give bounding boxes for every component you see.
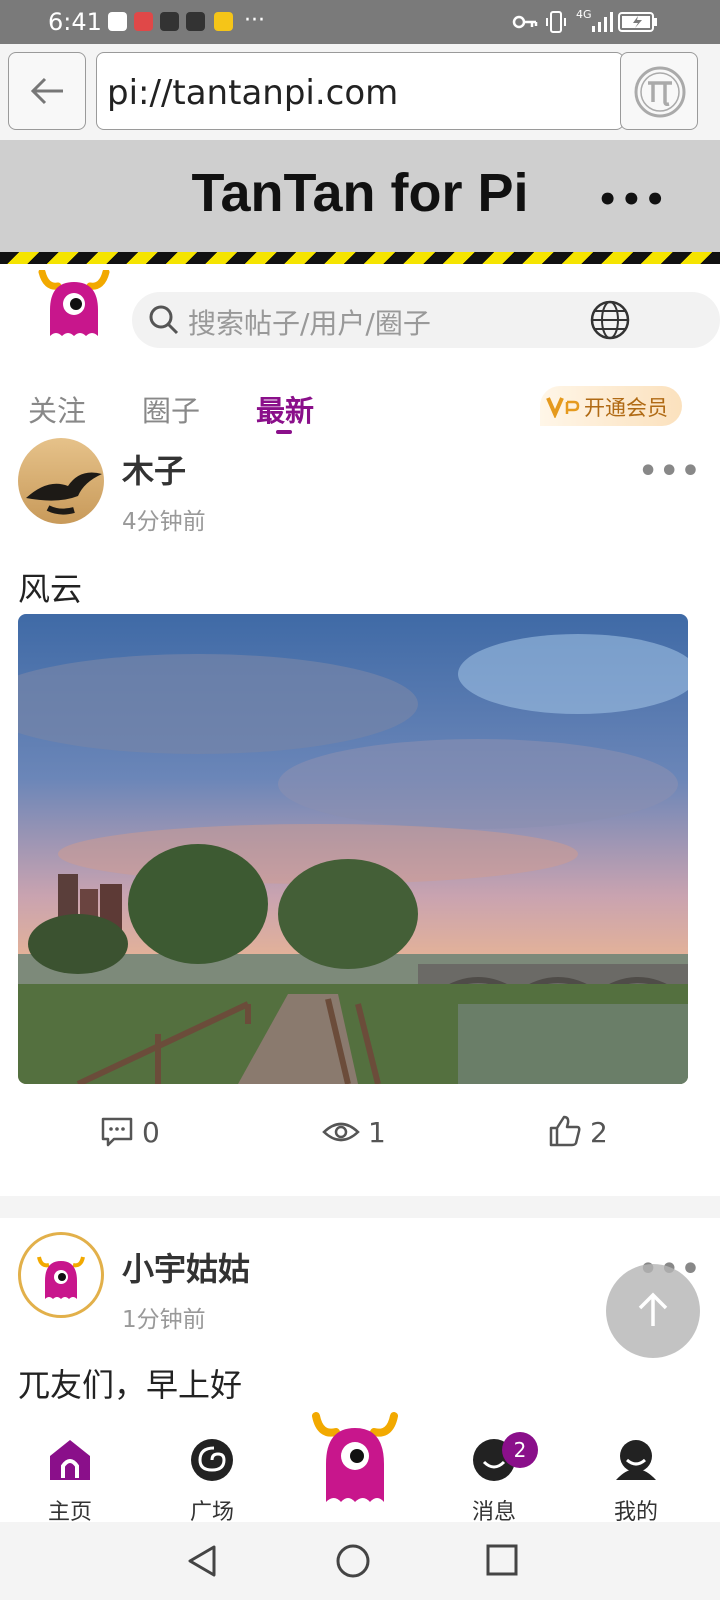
- system-home-icon[interactable]: [336, 1544, 370, 1578]
- profile-icon: [616, 1440, 656, 1480]
- browser-address-bar: pi://tantanpi.com: [0, 44, 720, 140]
- tantan-center-logo-icon: [312, 1412, 398, 1502]
- comment-count: 0: [142, 1116, 160, 1149]
- pi-logo-icon: [634, 66, 686, 118]
- plaza-swirl-icon: [191, 1439, 233, 1481]
- tab-circles[interactable]: 圈子: [142, 388, 200, 430]
- huawei-notification-icon: [160, 12, 179, 31]
- comment-icon[interactable]: [100, 1116, 134, 1148]
- sky-landscape-photo: [18, 614, 688, 1084]
- vip-icon: [546, 397, 580, 418]
- more-notifications-icon: ···: [244, 8, 265, 33]
- avatar[interactable]: [18, 1232, 104, 1318]
- nav-messages[interactable]: 2 消息: [444, 1432, 544, 1525]
- post-time: 1分钟前: [122, 1307, 206, 1333]
- post-username[interactable]: 木子: [122, 446, 186, 492]
- avatar[interactable]: [18, 438, 104, 524]
- scroll-to-top-button[interactable]: [606, 1264, 700, 1358]
- view-eye-icon: [322, 1122, 360, 1142]
- hazard-stripe: [0, 252, 720, 264]
- system-recents-icon[interactable]: [486, 1544, 518, 1576]
- mail-notification-icon: [214, 12, 233, 31]
- url-field[interactable]: pi://tantanpi.com: [96, 52, 624, 130]
- like-thumb-icon[interactable]: [548, 1114, 582, 1148]
- search-placeholder: 搜索帖子/用户/圈子: [188, 307, 431, 340]
- more-options-icon[interactable]: •••: [597, 180, 668, 220]
- post-time: 4分钟前: [122, 509, 206, 535]
- vibrate-icon: [546, 11, 566, 33]
- status-time: 6:41: [48, 8, 102, 36]
- back-button[interactable]: [8, 52, 86, 130]
- signal-icon: [592, 12, 613, 32]
- weibo-notification-icon: [108, 12, 127, 31]
- huawei-notification-icon-2: [186, 12, 205, 31]
- vip-membership-button[interactable]: 开通会员: [540, 386, 682, 426]
- post-username[interactable]: 小宇姑姑: [122, 1244, 250, 1290]
- tantan-avatar-icon: [37, 1256, 85, 1299]
- post-card[interactable]: 木子 4分钟前 ••• 风云 0 1 2: [0, 436, 720, 1196]
- key-icon: [512, 15, 538, 29]
- system-navigation-bar: [0, 1522, 720, 1600]
- nav-center-logo[interactable]: [304, 1412, 404, 1522]
- nav-profile[interactable]: 我的: [586, 1432, 686, 1525]
- pi-wallet-button[interactable]: [620, 52, 698, 130]
- search-input[interactable]: 搜索帖子/用户/圈子: [132, 292, 720, 348]
- post-text: 风云: [18, 570, 83, 608]
- message-badge: 2: [502, 1432, 538, 1468]
- like-count: 2: [590, 1116, 608, 1149]
- search-icon: [149, 305, 179, 335]
- nav-home[interactable]: 主页: [20, 1432, 120, 1525]
- post-text: 兀友们，早上好: [18, 1366, 243, 1404]
- vip-label: 开通会员: [584, 396, 668, 420]
- app-title-bar: TanTan for Pi •••: [0, 140, 720, 252]
- status-bar: 6:41 ··· 4G: [0, 0, 720, 44]
- tab-following[interactable]: 关注: [28, 388, 86, 430]
- tantan-logo-icon[interactable]: [36, 270, 112, 342]
- arrow-up-icon: [638, 1292, 668, 1326]
- post-separator: [0, 1196, 720, 1218]
- post-image[interactable]: [18, 614, 688, 1084]
- post-more-icon[interactable]: •••: [638, 454, 702, 489]
- nav-square[interactable]: 广场: [162, 1432, 262, 1525]
- bottom-navigation: 主页 广场 2 消息 我的: [0, 1412, 720, 1525]
- bird-silhouette-icon: [26, 472, 102, 515]
- tab-latest[interactable]: 最新: [256, 388, 314, 430]
- system-back-icon[interactable]: [186, 1544, 218, 1578]
- active-tab-indicator: [276, 430, 292, 434]
- back-arrow-icon: [30, 77, 63, 105]
- home-icon: [50, 1440, 90, 1480]
- battery-icon: [618, 12, 657, 32]
- app-notification-icon: [134, 12, 153, 31]
- globe-icon[interactable]: [590, 300, 630, 340]
- feed-content[interactable]: 搜索帖子/用户/圈子 关注 圈子 最新 开通会员 木子 4分钟前 ••• 风云: [0, 264, 720, 1432]
- view-count: 1: [368, 1116, 386, 1149]
